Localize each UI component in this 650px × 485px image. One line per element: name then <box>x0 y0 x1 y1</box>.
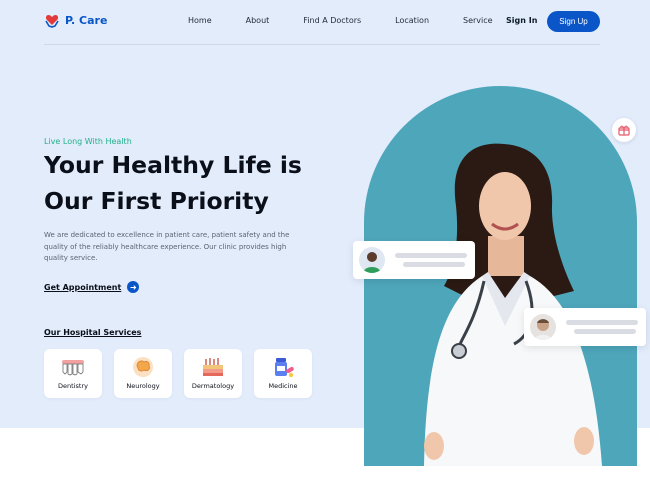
teeth-icon <box>62 360 84 376</box>
avatar <box>530 314 556 340</box>
service-card-dermatology[interactable]: Dermatology <box>184 349 242 398</box>
service-label: Neurology <box>126 382 160 390</box>
gift-button[interactable] <box>612 118 636 142</box>
service-card-neurology[interactable]: Neurology <box>114 349 172 398</box>
nav-links: Home About Find A Doctors Location Servi… <box>188 16 527 25</box>
get-appointment-label: Get Appointment <box>44 282 122 292</box>
brand-name: P. Care <box>65 13 108 27</box>
services-list: Dentistry Neurology Dermatology Medicine <box>44 349 324 398</box>
headline-line-2: Our First Priority <box>44 187 269 215</box>
service-label: Dentistry <box>58 382 88 390</box>
nav-link-find-doctors[interactable]: Find A Doctors <box>303 16 361 25</box>
get-appointment-link[interactable]: Get Appointment ➜ <box>44 281 140 293</box>
pill-bottle-icon <box>275 358 294 378</box>
floating-doctor-card[interactable] <box>524 308 646 346</box>
top-navbar: P. Care Home About Find A Doctors Locati… <box>44 10 600 34</box>
skin-icon <box>203 358 223 376</box>
nav-link-about[interactable]: About <box>246 16 270 25</box>
hero-headline: Your Healthy Life is Our First Priority <box>44 147 344 219</box>
hero-tagline: Live Long With Health <box>44 137 132 146</box>
floating-doctor-card[interactable] <box>353 241 475 279</box>
brand-logo[interactable]: P. Care <box>44 12 107 28</box>
nav-link-home[interactable]: Home <box>188 16 212 25</box>
signup-button[interactable]: Sign Up <box>547 11 600 32</box>
card-placeholder-lines <box>566 316 638 338</box>
brain-icon <box>133 357 153 377</box>
nav-link-service[interactable]: Service <box>463 16 493 25</box>
avatar <box>359 247 385 273</box>
service-card-dentistry[interactable]: Dentistry <box>44 349 102 398</box>
arrow-right-icon: ➜ <box>127 281 140 293</box>
headline-line-1: Your Healthy Life is <box>44 151 302 179</box>
heart-hands-icon <box>45 15 59 28</box>
signin-link[interactable]: Sign In <box>506 16 537 25</box>
gift-icon <box>618 125 630 136</box>
card-placeholder-lines <box>395 249 467 271</box>
service-label: Dermatology <box>191 382 235 390</box>
services-title: Our Hospital Services <box>44 328 142 337</box>
service-card-medicine[interactable]: Medicine <box>254 349 312 398</box>
hero-description: We are dedicated to excellence in patien… <box>44 231 290 262</box>
nav-divider <box>44 44 600 45</box>
nav-link-location[interactable]: Location <box>395 16 429 25</box>
service-label: Medicine <box>268 382 298 390</box>
